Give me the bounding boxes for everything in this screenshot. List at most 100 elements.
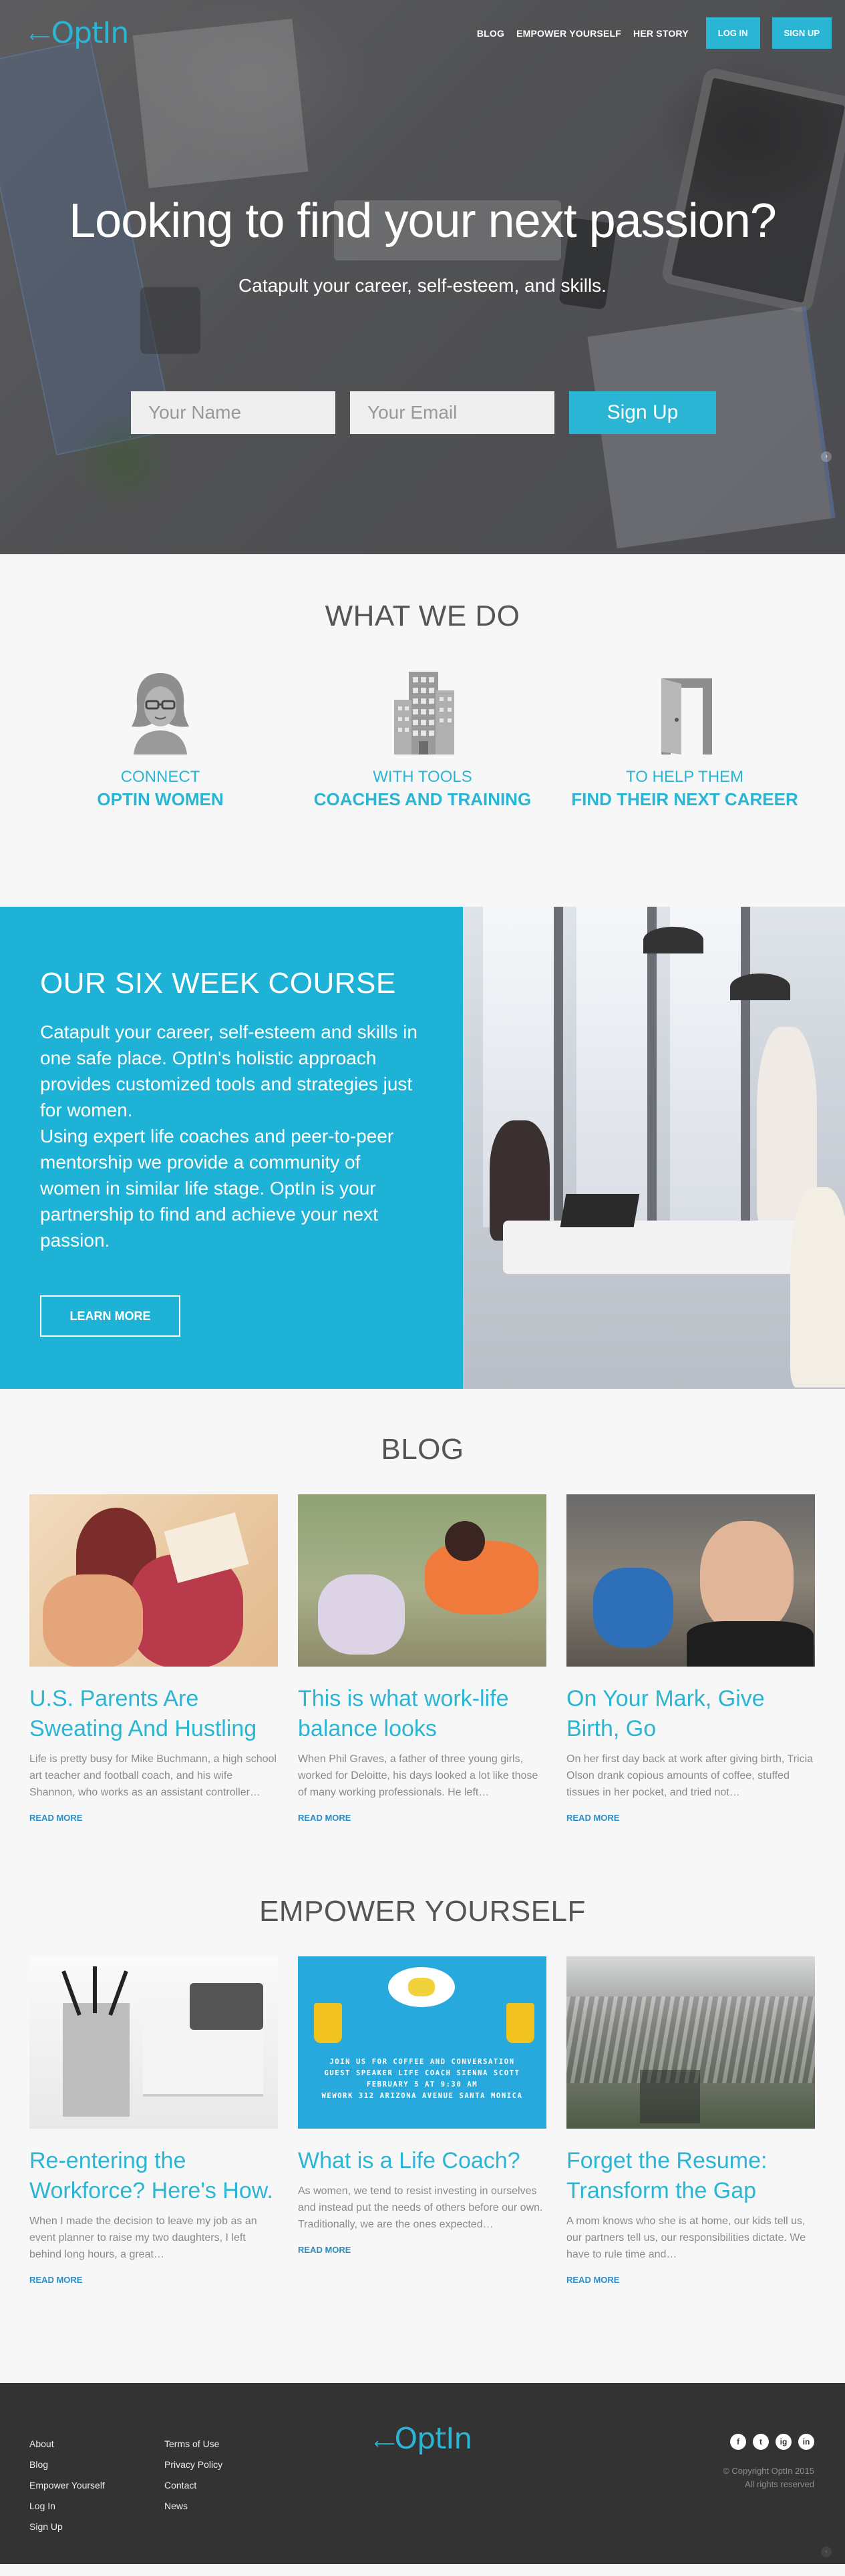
read-more-link[interactable]: READ MORE	[29, 2275, 82, 2285]
event-flyer-text: JOIN US FOR COFFEE AND CONVERSATION GUES…	[298, 2057, 546, 2102]
scroll-indicator-icon[interactable]: ›	[821, 451, 832, 462]
what-we-do-title: WHAT WE DO	[325, 600, 520, 632]
feature-tools-line1: WITH TOOLS	[373, 768, 472, 786]
signup-submit-button[interactable]: Sign Up	[569, 391, 716, 434]
email-input[interactable]	[350, 391, 554, 434]
hero-content: Looking to find your next passion? Catap…	[0, 194, 845, 296]
footer-logo-swoosh-icon: ⟵	[374, 2436, 395, 2452]
photo-person-3	[790, 1187, 845, 1387]
empower-card-image[interactable]: JOIN US FOR COFFEE AND CONVERSATION GUES…	[298, 1956, 546, 2129]
feature-career: TO HELP THEM FIND THEIR NEXT CAREER	[571, 668, 798, 810]
empower-section: EMPOWER YOURSELF Re-entering the Workfor…	[0, 1879, 845, 2383]
footer-links-col-2: Terms of Use Privacy Policy Contact News	[164, 2434, 222, 2517]
hero-title: Looking to find your next passion?	[69, 194, 777, 248]
blog-card-title[interactable]: On Your Mark, Give Birth, Go	[566, 1684, 815, 1744]
signup-nav-button[interactable]: SIGN UP	[772, 17, 832, 49]
event-line-3: FEBRUARY 5 AT 9:30 AM	[366, 2081, 478, 2089]
photo-lamp-1	[643, 927, 703, 953]
site-footer: About Blog Empower Yourself Log In Sign …	[0, 2383, 845, 2564]
social-links: f t ig in	[730, 2434, 814, 2450]
linkedin-icon[interactable]: in	[798, 2434, 814, 2450]
course-title: OUR SIX WEEK COURSE	[40, 967, 396, 1000]
blog-card-title[interactable]: This is what work-life balance looks	[298, 1684, 546, 1744]
photo-window-2	[576, 907, 657, 1227]
empower-card-excerpt: As women, we tend to resist investing in…	[298, 2185, 543, 2230]
event-line-4: WEWORK 312 ARIZONA AVENUE SANTA MONICA	[321, 2092, 523, 2100]
nav-link-blog[interactable]: BLOG	[477, 28, 504, 39]
read-more-link[interactable]: READ MORE	[298, 2245, 351, 2255]
footer-link-log-in[interactable]: Log In	[29, 2496, 105, 2517]
empower-card-image[interactable]	[566, 1956, 815, 2129]
site-logo[interactable]: ⟵ OptIn	[29, 16, 130, 50]
read-more-link[interactable]: READ MORE	[29, 1813, 82, 1823]
back-to-top-icon[interactable]: ‹	[821, 2547, 832, 2557]
logo-text: OptIn	[51, 16, 130, 50]
footer-link-news[interactable]: News	[164, 2496, 222, 2517]
blog-card: On Your Mark, Give Birth, Go On her firs…	[566, 1494, 815, 1824]
read-more-link[interactable]: READ MORE	[566, 1813, 619, 1823]
blog-card: U.S. Parents Are Sweating And Hustling L…	[29, 1494, 278, 1824]
blog-title: BLOG	[381, 1433, 464, 1466]
rights-text: All rights reserved	[744, 2479, 814, 2489]
what-we-do-section: WHAT WE DO CONNECT OPTIN WOMEN WITH TOOL…	[0, 554, 845, 907]
course-photo	[463, 907, 845, 1389]
empower-card-image[interactable]	[29, 1956, 278, 2129]
course-section: OUR SIX WEEK COURSE Catapult your career…	[0, 907, 845, 1389]
event-line-1: JOIN US FOR COFFEE AND CONVERSATION	[329, 2058, 515, 2066]
empower-card-title[interactable]: Re-entering the Workforce? Here's How.	[29, 2146, 278, 2206]
signup-form: Sign Up	[131, 391, 716, 434]
footer-links-col-1: About Blog Empower Yourself Log In Sign …	[29, 2434, 105, 2537]
features-row: CONNECT OPTIN WOMEN WITH TOOLS COACHES A…	[0, 668, 845, 810]
empower-card-title[interactable]: Forget the Resume: Transform the Gap	[566, 2146, 815, 2206]
footer-link-sign-up[interactable]: Sign Up	[29, 2517, 105, 2537]
feature-connect: CONNECT OPTIN WOMEN	[47, 668, 274, 810]
photo-lamp-2	[730, 974, 790, 1000]
feature-connect-line1: CONNECT	[120, 768, 200, 786]
facebook-icon[interactable]: f	[730, 2434, 746, 2450]
blog-card: This is what work-life balance looks Whe…	[298, 1494, 546, 1824]
footer-link-contact[interactable]: Contact	[164, 2475, 222, 2496]
footer-logo-text: OptIn	[394, 2422, 473, 2456]
name-input[interactable]	[131, 391, 335, 434]
blog-card-image[interactable]	[566, 1494, 815, 1667]
read-more-link[interactable]: READ MORE	[298, 1813, 351, 1823]
blog-card-excerpt: When Phil Graves, a father of three youn…	[298, 1753, 538, 1798]
empower-card-title[interactable]: What is a Life Coach?	[298, 2146, 546, 2176]
blog-section: BLOG U.S. Parents Are Sweating And Hustl…	[0, 1389, 845, 1879]
feature-tools-line2: COACHES AND TRAINING	[313, 789, 532, 809]
blog-card-image[interactable]	[29, 1494, 278, 1667]
read-more-link[interactable]: READ MORE	[566, 2275, 619, 2285]
hero-section: ⟵ OptIn BLOG EMPOWER YOURSELF HER STORY …	[0, 0, 845, 554]
feature-career-line2: FIND THEIR NEXT CAREER	[571, 789, 798, 809]
blog-cards: U.S. Parents Are Sweating And Hustling L…	[0, 1494, 845, 1824]
event-line-2: GUEST SPEAKER LIFE COACH SIENNA SCOTT	[324, 2069, 520, 2077]
course-paragraph-1: Catapult your career, self-esteem and sk…	[40, 1022, 417, 1120]
nav-link-her-story[interactable]: HER STORY	[633, 28, 689, 39]
nav-links: BLOG EMPOWER YOURSELF HER STORY LOG IN S…	[477, 17, 832, 49]
empower-card: Forget the Resume: Transform the Gap A m…	[566, 1956, 815, 2286]
photo-laptop	[560, 1194, 640, 1227]
twitter-icon[interactable]: t	[753, 2434, 769, 2450]
empower-cards: Re-entering the Workforce? Here's How. W…	[0, 1956, 845, 2286]
blog-card-title[interactable]: U.S. Parents Are Sweating And Hustling	[29, 1684, 278, 1744]
footer-link-about[interactable]: About	[29, 2434, 105, 2454]
blog-card-excerpt: Life is pretty busy for Mike Buchmann, a…	[29, 1753, 277, 1798]
logo-swoosh-icon: ⟵	[29, 29, 51, 45]
footer-copyright: © Copyright OptIn 2015 All rights reserv…	[723, 2464, 814, 2491]
blog-card-image[interactable]	[298, 1494, 546, 1667]
instagram-icon[interactable]: ig	[776, 2434, 792, 2450]
login-button[interactable]: LOG IN	[705, 17, 760, 49]
footer-link-blog[interactable]: Blog	[29, 2454, 105, 2475]
footer-link-terms[interactable]: Terms of Use	[164, 2434, 222, 2454]
empower-title: EMPOWER YOURSELF	[259, 1895, 586, 1928]
footer-logo[interactable]: ⟵OptIn	[374, 2422, 472, 2456]
hero-subtitle: Catapult your career, self-esteem, and s…	[238, 275, 607, 296]
learn-more-button[interactable]: LEARN MORE	[40, 1295, 180, 1337]
footer-link-privacy[interactable]: Privacy Policy	[164, 2454, 222, 2475]
empower-card: Re-entering the Workforce? Here's How. W…	[29, 1956, 278, 2286]
nav-link-empower-yourself[interactable]: EMPOWER YOURSELF	[516, 28, 621, 39]
door-icon	[661, 678, 712, 755]
empower-card: JOIN US FOR COFFEE AND CONVERSATION GUES…	[298, 1956, 546, 2286]
footer-link-empower-yourself[interactable]: Empower Yourself	[29, 2475, 105, 2496]
woman-icon	[132, 673, 189, 755]
